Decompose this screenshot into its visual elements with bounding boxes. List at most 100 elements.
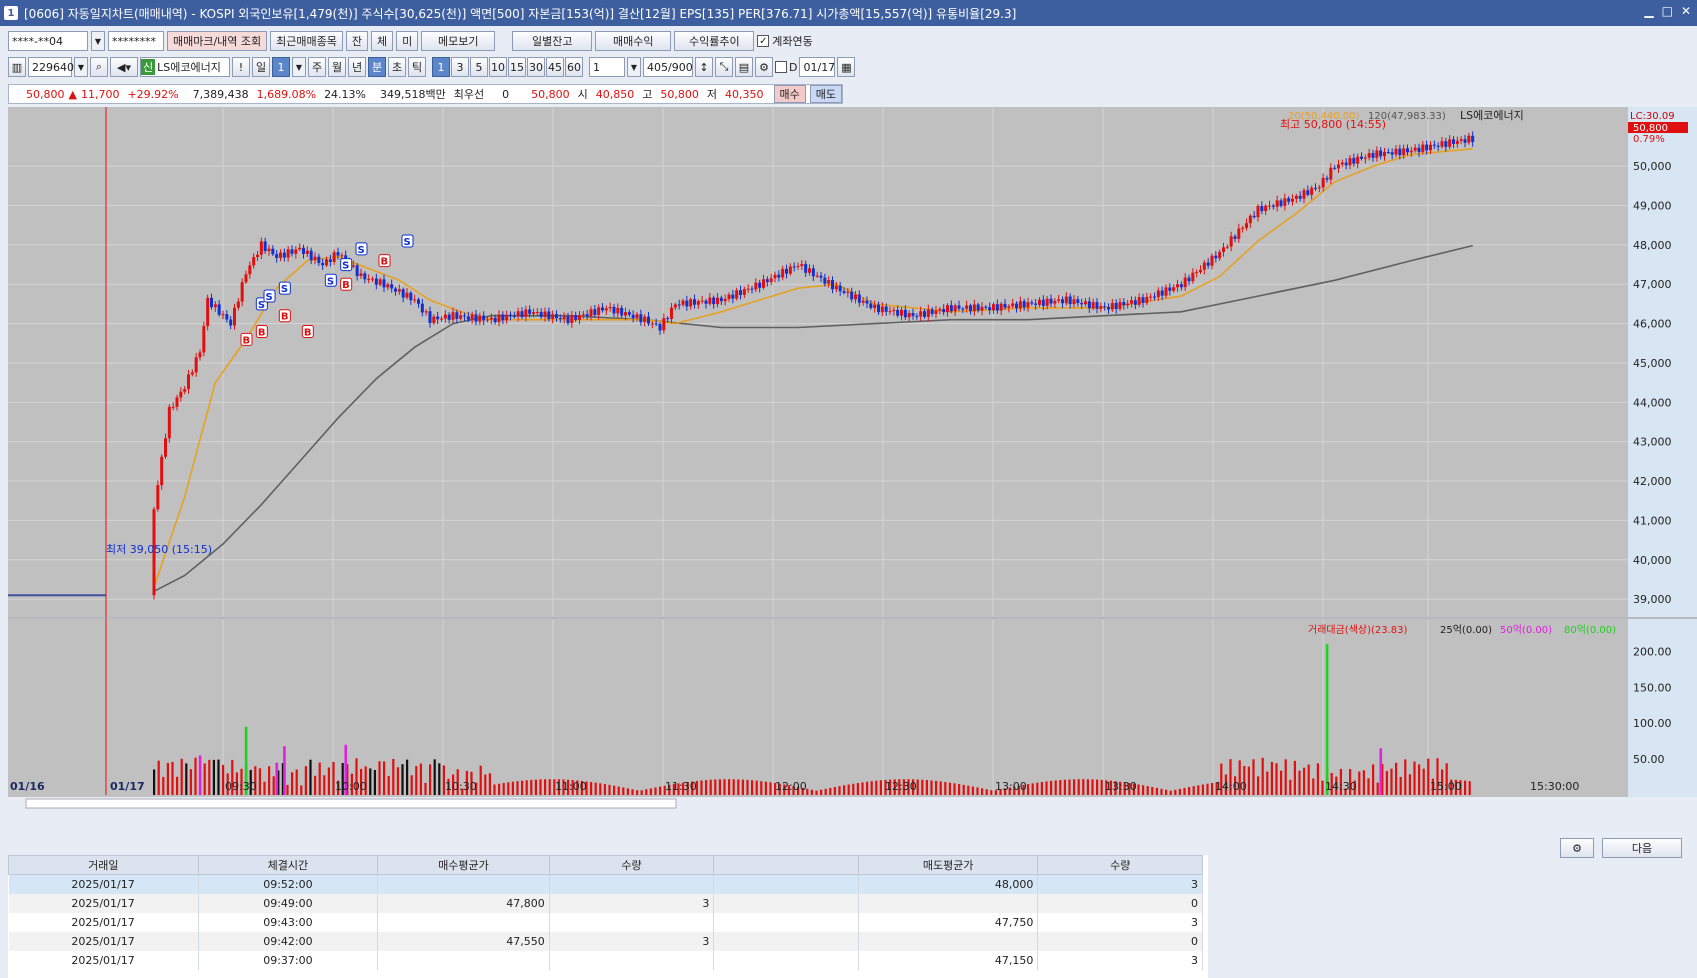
candle-body [1233,236,1237,239]
table-row[interactable]: 2025/01/17 09:37:00 47,150 3 [8,950,1203,970]
chevron-down-icon[interactable]: ▼ [91,31,105,51]
candle-body [294,249,298,254]
maximize-icon[interactable]: □ [1662,4,1673,18]
quote-bar: 50,800 ▲ 11,700 +29.92% 7,389,438 1,689.… [8,84,843,104]
minimize-icon[interactable]: ▁ [1644,4,1653,18]
date-checkbox[interactable] [775,61,787,73]
chevron-down-icon[interactable]: ▼ [627,57,641,77]
chevron-down-icon[interactable]: ▼ [292,57,306,77]
che-button[interactable]: 체 [371,31,394,51]
scrollbar-thumb[interactable] [25,798,677,809]
next-button[interactable]: 다음 [1602,838,1682,858]
candle-body [1003,303,1007,308]
column-header[interactable]: 수량 [548,855,715,875]
volume-bar [1077,779,1080,795]
candle-body [524,309,528,317]
candle-body [555,314,558,319]
interval-45-button[interactable]: 45 [546,57,564,77]
candle-body [1310,187,1314,195]
volume-bar [1059,780,1062,795]
password-field[interactable]: ******** [108,31,164,51]
interval-10-button[interactable]: 10 [489,57,507,77]
table-row[interactable]: 2025/01/17 09:42:00 47,550 3 0 [8,931,1203,951]
table-row[interactable]: 2025/01/17 09:49:00 47,800 3 0 [8,893,1203,913]
date-input[interactable]: 01/17 [799,57,836,77]
column-header[interactable]: 체결시간 [197,855,379,875]
calendar-icon[interactable]: ▦ [837,57,856,77]
interval-3-button[interactable]: 3 [451,57,469,77]
close-icon[interactable]: ✕ [1681,4,1691,18]
mi-button[interactable]: 미 [396,31,419,51]
year-button[interactable]: 년 [348,57,366,77]
second-button[interactable]: 초 [388,57,406,77]
table-row[interactable]: 2025/01/17 09:52:00 48,000 3 [8,874,1203,894]
account-link-checkbox[interactable]: ✓ [757,35,770,47]
column-header[interactable] [713,855,859,875]
account-select[interactable]: ****-**04 [8,31,88,51]
volume-bar [1160,788,1163,795]
column-header[interactable]: 매도평균가 [857,855,1039,875]
sell-button[interactable]: 매도 [809,85,842,103]
column-header[interactable]: 수량 [1037,855,1203,875]
volume-bar [484,774,487,795]
volume-bar [1197,785,1200,795]
stock-code-input[interactable]: 229640 [28,57,74,77]
save-icon[interactable]: ▤ [735,57,753,77]
lc-legend: LC:30.09 [1630,111,1675,122]
panel-icon[interactable]: ▥ [8,57,26,77]
compare-icon[interactable]: ↕ [695,57,713,77]
search-icon[interactable]: ⌕ [90,57,108,77]
price-chart[interactable]: BBSSSBBSSBSBS 50,00049,00048,00047,00046… [8,107,1697,810]
interval-60-button[interactable]: 60 [565,57,583,77]
trade-mark-query-button[interactable]: 매매마크/내역 조회 [167,31,268,51]
minute-button[interactable]: 분 [368,57,386,77]
volume-bar [916,779,919,795]
candle-body [1087,301,1091,309]
candle-body [1076,299,1080,303]
candle-body [1241,227,1245,229]
volume-bar [387,775,390,795]
alert-button[interactable]: ! [232,57,250,77]
jan-button[interactable]: 잔 [345,31,369,51]
volume-bar [258,768,261,795]
tool-icon[interactable]: ⤡ [715,57,733,77]
interval-30-button[interactable]: 30 [527,57,545,77]
daily-balance-button[interactable]: 일별잔고 [512,31,593,51]
candle-body [854,294,857,300]
trade-profit-button[interactable]: 매매수익 [595,31,672,51]
candle-body [1264,205,1268,212]
volume-bar [286,784,289,795]
recent-trades-button[interactable]: 최근매매종목 [270,31,343,51]
settings-button[interactable]: ⚙ [1560,838,1594,858]
volume-legend-50: 50억(0.00) [1500,624,1552,636]
interval-1-button[interactable]: 1 [432,57,450,77]
volume-bar [406,759,409,795]
candle-body [857,294,861,303]
week-button[interactable]: 주 [308,57,326,77]
speaker-icon[interactable]: ◀▾ [110,57,138,77]
count-input[interactable]: 1 [589,57,625,77]
column-header[interactable]: 매수평균가 [377,855,550,875]
chevron-down-icon[interactable]: ▼ [74,57,88,77]
gear-icon[interactable]: ⚙ [755,57,773,77]
volume-bar [525,780,528,795]
interval-15-button[interactable]: 15 [508,57,526,77]
candle-body [589,309,593,317]
candle-body [286,249,290,258]
stock-name-field[interactable]: 신 LS에코에너지 [140,57,230,77]
period-day-button[interactable]: 일 [252,57,270,77]
period-number[interactable]: 1 [272,57,290,77]
candle-body [221,314,225,316]
interval-5-button[interactable]: 5 [470,57,488,77]
volume-bar [539,779,542,795]
table-row[interactable]: 2025/01/17 09:43:00 47,750 3 [8,912,1203,932]
candle-body [608,306,612,309]
buy-button[interactable]: 매수 [773,85,806,103]
candle-body [693,299,696,305]
tick-button[interactable]: 틱 [408,57,426,77]
profit-trend-button[interactable]: 수익률추이 [674,31,755,51]
month-button[interactable]: 월 [328,57,346,77]
memo-button[interactable]: 메모보기 [421,31,496,51]
candle-body [700,300,704,302]
column-header[interactable]: 거래일 [8,855,199,875]
